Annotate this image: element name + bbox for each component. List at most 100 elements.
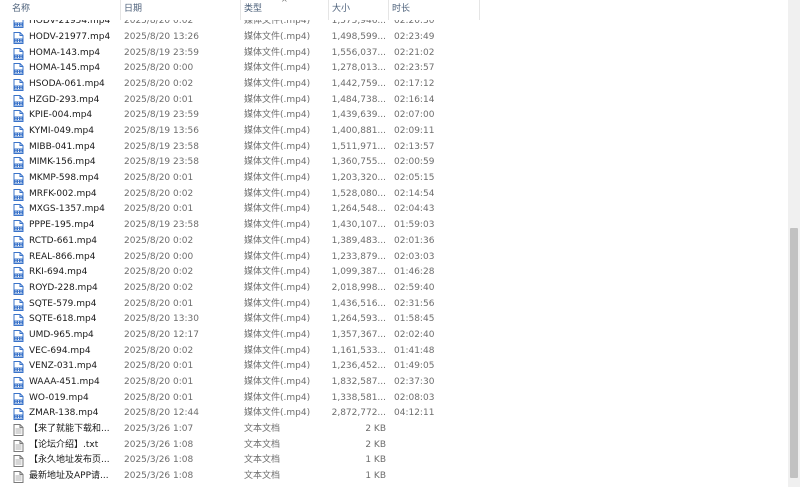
file-row[interactable]: MRFK-002.mp4 2025/8/20 0:02 媒体文件(.mp4) 1,52…: [0, 187, 788, 203]
file-row[interactable]: HOMA-145.mp4 2025/8/20 0:00 媒体文件(.mp4) 1,27…: [0, 61, 788, 77]
file-row[interactable]: HODV-21977.mp4 2025/8/20 13:26 媒体文件(.mp4) 1…: [0, 30, 788, 46]
vertical-scrollbar[interactable]: [788, 0, 800, 487]
file-duration: 01:46:28: [394, 267, 435, 278]
file-size: 1,439,639...: [331, 110, 386, 121]
file-size: 1,264,593...: [331, 314, 386, 325]
file-row[interactable]: SQTE-618.mp4 2025/8/20 13:30 媒体文件(.mp4) 1,2…: [0, 312, 788, 328]
file-size: 1,498,599...: [331, 31, 386, 42]
file-type: 媒体文件(.mp4): [244, 251, 311, 262]
column-name-header[interactable]: 名称: [10, 0, 120, 20]
file-size: 1,203,320...: [331, 173, 386, 184]
file-type: 媒体文件(.mp4): [244, 376, 311, 387]
file-date: 2025/8/19 23:58: [124, 220, 199, 231]
file-type: 媒体文件(.mp4): [244, 361, 311, 372]
file-list[interactable]: HODV-21954.mp4 2025/8/20 0:02 媒体文件(.mp4) 1,…: [0, 0, 788, 487]
file-type: 文本文档: [244, 439, 281, 450]
column-divider[interactable]: [479, 0, 480, 20]
file-row[interactable]: VEC-694.mp4 2025/8/20 0:02 媒体文件(.mp4) 1,161…: [0, 344, 788, 360]
file-type: 文本文档: [244, 471, 281, 482]
file-name: MKMP-598.mp4: [29, 173, 100, 184]
file-row[interactable]: MIBB-041.mp4 2025/8/19 23:58 媒体文件(.mp4) 1,5…: [0, 140, 788, 156]
file-row[interactable]: MXGS-1357.mp4 2025/8/20 0:01 媒体文件(.mp4) 1,2…: [0, 202, 788, 218]
file-duration: 04:12:11: [394, 408, 435, 419]
file-duration: 02:04:43: [394, 204, 435, 215]
file-type: 媒体文件(.mp4): [244, 235, 311, 246]
file-size: 1 KB: [365, 455, 386, 466]
file-size: 1,236,452...: [331, 361, 386, 372]
file-name: PPPE-195.mp4: [29, 220, 95, 231]
file-name: 【论坛介绍】.txt: [29, 439, 99, 450]
file-duration: 02:00:59: [394, 157, 435, 168]
file-row[interactable]: 【永久地址发布页... 2025/3/26 1:08 文本文档 1 KB: [0, 453, 788, 469]
file-name: 最新地址及APP请...: [29, 471, 109, 482]
file-name: SQTE-618.mp4: [29, 314, 97, 325]
file-size: 1,556,037...: [331, 47, 386, 58]
file-duration: 01:58:45: [394, 314, 435, 325]
file-row[interactable]: VENZ-031.mp4 2025/8/20 0:01 媒体文件(.mp4) 1,23…: [0, 359, 788, 375]
file-size: 1,436,516...: [331, 298, 386, 309]
file-row[interactable]: UMD-965.mp4 2025/8/20 12:17 媒体文件(.mp4) 1,35…: [0, 328, 788, 344]
file-size: 2 KB: [365, 439, 386, 450]
file-date: 2025/3/26 1:08: [124, 471, 194, 482]
file-date: 2025/3/26 1:08: [124, 455, 194, 466]
file-type: 媒体文件(.mp4): [244, 79, 311, 90]
sort-ascending-icon: ^: [281, 0, 288, 7]
scrollbar-thumb[interactable]: [790, 228, 798, 478]
file-name: HSODA-061.mp4: [29, 79, 105, 90]
file-row[interactable]: SQTE-579.mp4 2025/8/20 0:01 媒体文件(.mp4) 1,43…: [0, 297, 788, 313]
file-row[interactable]: PPPE-195.mp4 2025/8/19 23:58 媒体文件(.mp4) 1,4…: [0, 218, 788, 234]
file-row[interactable]: 【论坛介绍】.txt 2025/3/26 1:08 文本文档 2 KB: [0, 438, 788, 454]
file-date: 2025/8/20 12:17: [124, 329, 199, 340]
file-row[interactable]: RCTD-661.mp4 2025/8/20 0:02 媒体文件(.mp4) 1,38…: [0, 234, 788, 250]
column-size-header[interactable]: 大小: [330, 0, 388, 20]
column-divider[interactable]: [240, 0, 241, 20]
file-row[interactable]: KPIE-004.mp4 2025/8/19 23:59 媒体文件(.mp4) 1,4…: [0, 108, 788, 124]
file-row[interactable]: WAAA-451.mp4 2025/8/20 0:01 媒体文件(.mp4) 1,83…: [0, 375, 788, 391]
file-date: 2025/3/26 1:07: [124, 423, 194, 434]
file-name: REAL-866.mp4: [29, 251, 96, 262]
file-type: 媒体文件(.mp4): [244, 408, 311, 419]
file-duration: 01:59:03: [394, 220, 435, 231]
column-divider[interactable]: [120, 0, 121, 20]
file-row[interactable]: 最新地址及APP请... 2025/3/26 1:08 文本文档 1 KB: [0, 469, 788, 485]
file-size: 2,018,998...: [331, 282, 386, 293]
file-row[interactable]: WO-019.mp4 2025/8/20 0:01 媒体文件(.mp4) 1,338,…: [0, 391, 788, 407]
file-name: 【永久地址发布页...: [29, 455, 110, 466]
file-row[interactable]: ROYD-228.mp4 2025/8/20 0:02 媒体文件(.mp4) 2,01…: [0, 281, 788, 297]
file-name: RCTD-661.mp4: [29, 235, 98, 246]
file-row[interactable]: MKMP-598.mp4 2025/8/20 0:01 媒体文件(.mp4) 1,20…: [0, 171, 788, 187]
file-duration: [394, 453, 464, 469]
file-date: 2025/8/20 0:01: [124, 94, 194, 105]
file-row[interactable]: REAL-866.mp4 2025/8/20 0:00 媒体文件(.mp4) 1,23…: [0, 250, 788, 266]
file-duration: 02:05:15: [394, 173, 435, 184]
file-row[interactable]: HZGD-293.mp4 2025/8/20 0:01 媒体文件(.mp4) 1,48…: [0, 93, 788, 109]
file-date: 2025/8/20 0:02: [124, 282, 194, 293]
file-row[interactable]: ZMAR-138.mp4 2025/8/20 12:44 媒体文件(.mp4) 2,8…: [0, 406, 788, 422]
file-duration: 02:37:30: [394, 376, 435, 387]
file-duration: 01:49:05: [394, 361, 435, 372]
file-row[interactable]: MIMK-156.mp4 2025/8/19 23:58 媒体文件(.mp4) 1,3…: [0, 155, 788, 171]
file-row[interactable]: 【来了就能下载和... 2025/3/26 1:07 文本文档 2 KB: [0, 422, 788, 438]
file-type: 媒体文件(.mp4): [244, 31, 311, 42]
file-type: 媒体文件(.mp4): [244, 267, 311, 278]
file-name: HZGD-293.mp4: [29, 94, 100, 105]
file-size: 1,389,483...: [331, 235, 386, 246]
file-date: 2025/8/20 13:26: [124, 31, 199, 42]
column-date-header[interactable]: 日期: [122, 0, 240, 20]
file-name: UMD-965.mp4: [29, 329, 94, 340]
file-row[interactable]: RKI-694.mp4 2025/8/20 0:02 媒体文件(.mp4) 1,099…: [0, 265, 788, 281]
file-date: 2025/8/20 0:01: [124, 173, 194, 184]
file-name: SQTE-579.mp4: [29, 298, 97, 309]
column-divider[interactable]: [388, 0, 389, 20]
file-size: 1,099,387...: [331, 267, 386, 278]
file-type: 媒体文件(.mp4): [244, 110, 311, 121]
file-date: 2025/3/26 1:08: [124, 439, 194, 450]
file-date: 2025/8/19 13:56: [124, 126, 199, 137]
file-type: 媒体文件(.mp4): [244, 126, 311, 137]
file-row[interactable]: KYMI-049.mp4 2025/8/19 13:56 媒体文件(.mp4) 1,4…: [0, 124, 788, 140]
file-row[interactable]: HSODA-061.mp4 2025/8/20 0:02 媒体文件(.mp4) 1,4…: [0, 77, 788, 93]
file-row[interactable]: HOMA-143.mp4 2025/8/19 23:59 媒体文件(.mp4) 1,5…: [0, 46, 788, 62]
file-size: 1,832,587...: [331, 376, 386, 387]
column-duration-header[interactable]: 时长: [390, 0, 480, 20]
column-divider[interactable]: [328, 0, 329, 20]
